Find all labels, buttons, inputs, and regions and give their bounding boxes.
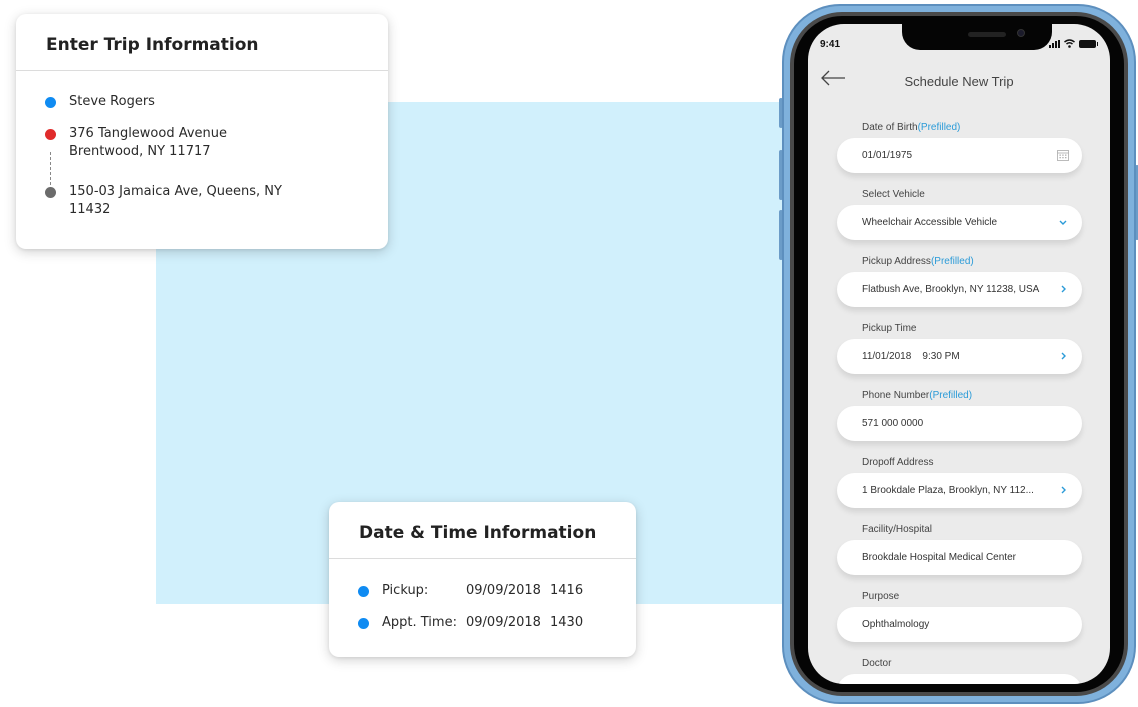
pickup-time-value: 11/01/2018 9:30 PM	[862, 351, 960, 362]
pickup-address-field[interactable]: Flatbush Ave, Brooklyn, NY 11238, USA	[837, 272, 1082, 307]
prefilled-tag: (Prefilled)	[917, 122, 961, 133]
phone-number-value: 571 000 0000	[862, 418, 924, 429]
status-time: 9:41	[820, 39, 841, 50]
facility-label: Facility/Hospital	[862, 524, 933, 535]
vehicle-label: Select Vehicle	[862, 189, 925, 200]
pickup-address-value: Flatbush Ave, Brooklyn, NY 11238, USA	[862, 284, 1040, 295]
pickup-label: Pickup:	[382, 583, 429, 598]
dropoff-address-label: Dropoff Address	[862, 457, 934, 468]
card-title: Date & Time Information	[359, 523, 597, 543]
dropoff-dot-icon	[45, 187, 56, 198]
dropoff-address-value: 1 Brookdale Plaza, Brooklyn, NY 112...	[862, 485, 1034, 496]
chevron-right-icon[interactable]	[1056, 282, 1070, 296]
pickup-time-field[interactable]: 11/01/2018 9:30 PM	[837, 339, 1082, 374]
rider-dot-icon	[45, 97, 56, 108]
dropoff-address-field[interactable]: 1 Brookdale Plaza, Brooklyn, NY 112...	[837, 473, 1082, 508]
chevron-down-icon[interactable]	[1056, 215, 1070, 229]
status-icons	[1049, 38, 1098, 48]
vehicle-select[interactable]: Wheelchair Accessible Vehicle	[837, 205, 1082, 240]
doctor-label: Doctor	[862, 658, 892, 669]
vehicle-value: Wheelchair Accessible Vehicle	[862, 217, 998, 228]
prefilled-tag: (Prefilled)	[930, 256, 974, 267]
camera	[1017, 29, 1025, 37]
calendar-icon[interactable]	[1056, 148, 1070, 162]
rider-name: Steve Rogers	[69, 94, 155, 109]
route-line	[50, 152, 51, 190]
pickup-time: 1416	[550, 583, 584, 598]
date-time-card: Date & Time Information Pickup: 09/09/20…	[329, 502, 636, 657]
battery-icon	[1079, 40, 1098, 48]
pickup-address-label: Pickup Address(Prefilled)	[862, 256, 974, 267]
doctor-field[interactable]	[837, 674, 1082, 684]
purpose-value: Ophthalmology	[862, 619, 930, 630]
pickup-time-label: Pickup Time	[862, 323, 917, 334]
wifi-icon	[1064, 39, 1075, 48]
signal-icon	[1049, 40, 1060, 48]
phone-screen: 9:41 Schedule New Trip Date of Birth(Pre…	[808, 24, 1110, 684]
chevron-right-icon[interactable]	[1056, 349, 1070, 363]
pickup-date: 09/09/2018	[466, 583, 541, 598]
appt-label: Appt. Time:	[382, 615, 457, 630]
pickup-dot-icon	[45, 129, 56, 140]
appt-dot-icon	[358, 618, 369, 629]
card-title: Enter Trip Information	[46, 35, 259, 55]
dob-value: 01/01/1975	[862, 150, 913, 161]
purpose-label: Purpose	[862, 591, 900, 602]
phone-mockup: 9:41 Schedule New Trip Date of Birth(Pre…	[779, 0, 1138, 707]
divider	[16, 70, 388, 71]
dob-label: Date of Birth(Prefilled)	[862, 122, 961, 133]
chevron-right-icon[interactable]	[1056, 483, 1070, 497]
facility-value: Brookdale Hospital Medical Center	[862, 552, 1016, 563]
pickup-address: 376 Tanglewood Avenue Brentwood, NY 1171…	[69, 126, 228, 159]
facility-field[interactable]: Brookdale Hospital Medical Center	[837, 540, 1082, 575]
phone-number-label: Phone Number(Prefilled)	[862, 390, 973, 401]
notch	[902, 24, 1052, 50]
appt-date: 09/09/2018	[466, 615, 541, 630]
divider	[329, 558, 636, 559]
trip-information-card: Enter Trip Information Steve Rogers 376 …	[16, 14, 388, 249]
appt-time: 1430	[550, 615, 584, 630]
speaker	[968, 32, 1006, 37]
purpose-field[interactable]: Ophthalmology	[837, 607, 1082, 642]
dropoff-address: 150-03 Jamaica Ave, Queens, NY 11432	[69, 184, 282, 217]
pickup-dot-icon	[358, 586, 369, 597]
screen-title: Schedule New Trip	[904, 74, 1014, 89]
dob-field[interactable]: 01/01/1975	[837, 138, 1082, 173]
phone-number-field[interactable]: 571 000 0000	[837, 406, 1082, 441]
prefilled-tag: (Prefilled)	[929, 390, 973, 401]
